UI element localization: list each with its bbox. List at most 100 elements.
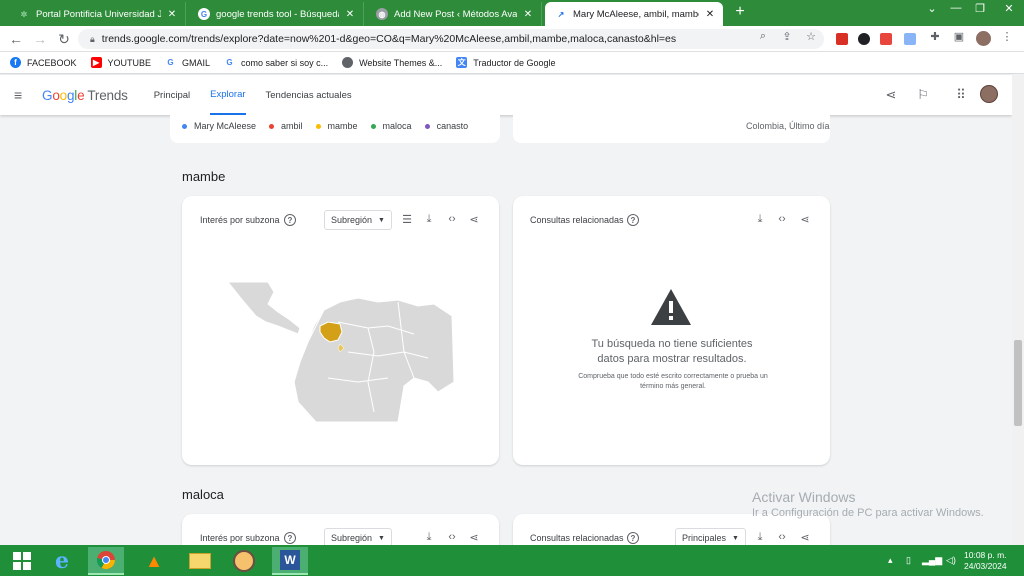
network-icon[interactable]: ▂▄▆ [922, 555, 942, 566]
internet-explorer-icon[interactable]: e [44, 547, 80, 575]
close-icon[interactable]: ✕ [343, 9, 357, 20]
tab-title: Portal Pontificia Universidad Jave [36, 8, 161, 20]
back-icon[interactable]: ← [8, 31, 24, 47]
download-icon[interactable]: ⤓ [422, 531, 436, 544]
battery-icon[interactable]: ▯ [906, 555, 911, 566]
share-page-icon[interactable]: ⇪ [780, 30, 794, 43]
legend-label: canasto [436, 121, 469, 131]
help-icon[interactable]: ? [284, 214, 296, 226]
app-avatar-icon[interactable] [226, 547, 262, 575]
warning-triangle-svg [651, 289, 691, 325]
help-icon[interactable]: ? [284, 532, 296, 544]
tray-expand-icon[interactable]: ▴ [888, 555, 893, 566]
logo-trends: Trends [87, 87, 128, 103]
reload-icon[interactable]: ↻ [56, 31, 72, 48]
clock-date: 24/03/2024 [964, 561, 1007, 571]
close-icon[interactable]: ✕ [165, 9, 179, 20]
scrollbar-track[interactable] [1012, 75, 1024, 545]
embed-code-icon[interactable]: ‹› [775, 531, 789, 543]
bookmark-website-themes[interactable]: Website Themes &... [342, 57, 442, 68]
embed-code-icon[interactable]: ‹› [445, 531, 459, 543]
bookmark-search[interactable]: G como saber si soy c... [224, 57, 328, 68]
scrollbar-thumb[interactable] [1014, 340, 1022, 426]
legend-dot [269, 123, 275, 129]
nav-principal[interactable]: Principal [154, 75, 190, 115]
no-data-hint: Comprueba que todo esté escrito correcta… [578, 373, 768, 390]
bookmark-star-icon[interactable]: ☆ [804, 30, 818, 43]
caret-down-icon: ▼ [378, 216, 385, 224]
menu-icon[interactable]: ⋮ [1000, 30, 1014, 43]
globe-icon [342, 57, 354, 68]
download-icon[interactable]: ⤓ [753, 213, 767, 226]
hamburger-menu-icon[interactable]: ≡ [14, 87, 28, 103]
zoom-icon[interactable]: ⌕ [756, 30, 770, 43]
nav-explorar[interactable]: Explorar [210, 75, 246, 115]
word-icon[interactable]: W [272, 547, 308, 575]
system-clock[interactable]: 10:08 p. m. 24/03/2024 [964, 550, 1007, 572]
extension-icon[interactable] [880, 33, 892, 45]
docs-icon[interactable] [904, 33, 916, 45]
list-view-icon[interactable]: ☰ [400, 213, 414, 226]
google-trends-logo[interactable]: Google Trends [42, 88, 128, 103]
bookmark-facebook[interactable]: f FACEBOOK [10, 57, 77, 68]
extension-icon[interactable] [858, 33, 870, 45]
browser-tab[interactable]: ◍ Add New Post ‹ Métodos Avanza ✕ [366, 2, 542, 26]
help-icon[interactable]: ? [627, 214, 639, 226]
country-shape [293, 297, 455, 423]
share-icon[interactable]: ⋖ [798, 213, 812, 226]
forward-icon[interactable]: → [32, 31, 48, 47]
translate-icon: 文 [456, 57, 468, 68]
volume-icon[interactable]: ◁) [946, 555, 956, 566]
new-tab-button[interactable]: + [732, 3, 748, 21]
browser-tab[interactable]: ✲ Portal Pontificia Universidad Jave ✕ [8, 2, 186, 26]
minimize-icon[interactable]: — [944, 2, 968, 14]
close-icon[interactable]: ✕ [703, 9, 717, 20]
subregion-select[interactable]: Subregión ▼ [324, 528, 392, 545]
close-icon[interactable]: ✕ [521, 9, 535, 20]
profile-avatar[interactable] [976, 31, 991, 46]
close-window-icon[interactable]: ✕ [994, 2, 1024, 15]
share-icon[interactable]: ⋖ [798, 531, 812, 544]
address-bar[interactable]: 🔒︎ trends.google.com/trends/explore?date… [78, 29, 824, 49]
windows-activation-hint: Ir a Configuración de PC para activar Wi… [752, 507, 984, 519]
colombia-map[interactable] [226, 281, 455, 425]
bookmark-translate[interactable]: 文 Traductor de Google [456, 57, 556, 68]
avatar[interactable] [980, 85, 998, 103]
bookmark-gmail[interactable]: G GMAIL [165, 57, 210, 68]
browser-tab[interactable]: G google trends tool - Búsqueda d ✕ [188, 2, 364, 26]
share-icon[interactable]: ⋖ [883, 87, 899, 103]
card-title: Interés por subzona [200, 533, 280, 543]
warning-icon [651, 289, 691, 328]
file-explorer-icon[interactable] [182, 547, 218, 575]
facebook-icon: f [10, 57, 21, 68]
clock-time: 10:08 p. m. [964, 550, 1007, 560]
start-button[interactable] [4, 547, 40, 575]
share-icon[interactable]: ⋖ [467, 531, 481, 544]
globe-icon: ◍ [376, 8, 388, 20]
help-icon[interactable]: ? [627, 532, 639, 544]
subregion-select[interactable]: Subregión ▼ [324, 210, 392, 230]
embed-code-icon[interactable]: ‹› [445, 213, 459, 225]
feedback-icon[interactable]: ⚐ [915, 87, 931, 103]
download-icon[interactable]: ⤓ [753, 531, 767, 544]
extension-icon[interactable] [836, 33, 848, 45]
restore-icon[interactable]: ❐ [968, 2, 992, 15]
tab-search-icon[interactable]: ⌄ [920, 2, 944, 15]
chrome-icon[interactable] [88, 547, 124, 575]
principales-select[interactable]: Principales ▼ [675, 528, 746, 545]
legend-dot [182, 123, 187, 129]
vlc-icon[interactable]: ▲ [136, 547, 172, 575]
embed-code-icon[interactable]: ‹› [775, 213, 789, 225]
download-icon[interactable]: ⤓ [422, 213, 436, 226]
youtube-icon: ▶ [90, 57, 102, 68]
puzzle-icon[interactable]: ✚ [928, 30, 942, 43]
trends-icon: ↗ [557, 9, 565, 19]
side-panel-icon[interactable]: ▣ [952, 30, 966, 43]
browser-tab-active[interactable]: ↗ Mary McAleese, ambil, mambe, m ✕ [545, 2, 723, 26]
nav-tendencias[interactable]: Tendencias actuales [266, 75, 352, 115]
legend-label: Mary McAleese [194, 121, 257, 131]
bookmark-youtube[interactable]: ▶ YOUTUBE [90, 57, 151, 68]
legend-item: maloca [370, 121, 412, 131]
apps-grid-icon[interactable]: ⠿ [953, 87, 969, 103]
share-icon[interactable]: ⋖ [467, 213, 481, 226]
